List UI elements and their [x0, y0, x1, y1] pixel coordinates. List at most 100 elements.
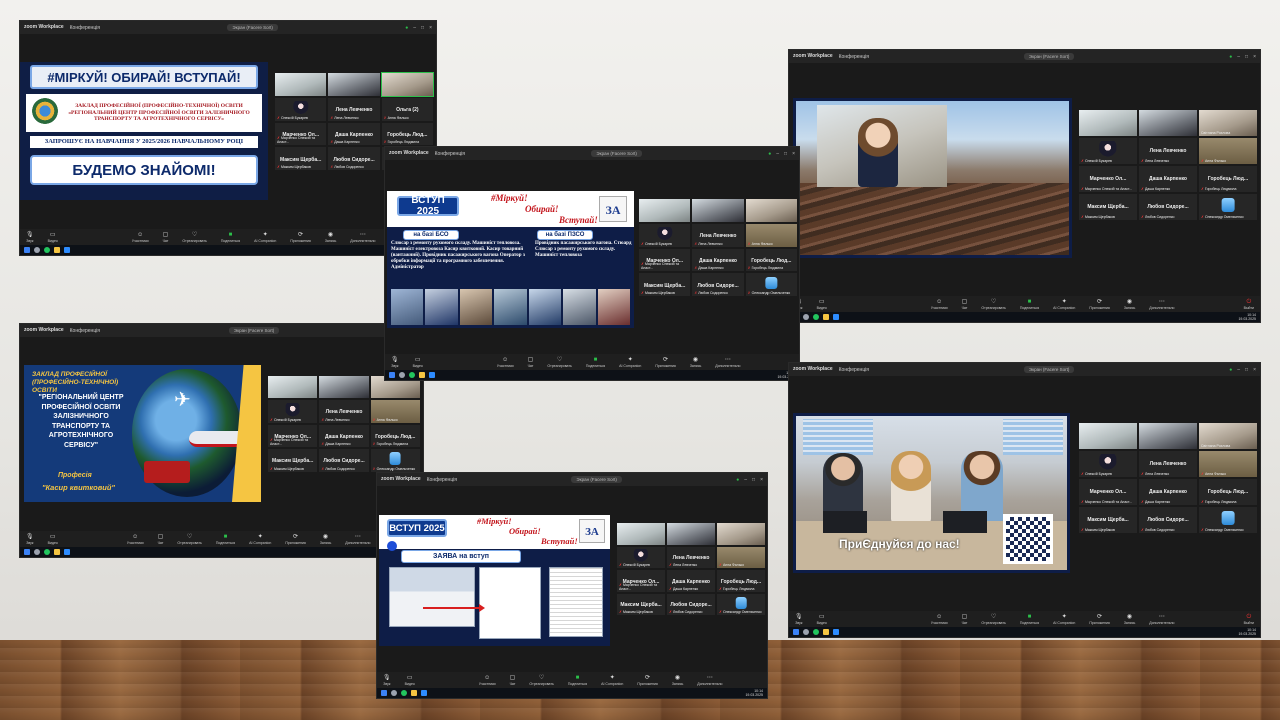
ai-companion-button[interactable]: ✦ AI Companion [249, 534, 271, 545]
participant-tile[interactable]: Лена Левченко ✗Лена Левченко [328, 97, 380, 121]
participant-tile[interactable] [1139, 423, 1197, 449]
participant-tile[interactable] [1079, 110, 1137, 136]
conference-label[interactable]: Конференція [839, 54, 869, 60]
participant-tile[interactable]: Марченко Ол... ✗Марченко Олексій та Анаст… [1079, 166, 1137, 192]
participant-tile[interactable]: ✗Олександр Омельченко [717, 593, 765, 616]
browser-icon[interactable] [409, 372, 415, 378]
windows-icon[interactable] [24, 549, 30, 555]
participant-tile[interactable]: ✗Олександр Омельченко [745, 273, 797, 297]
folder-icon[interactable] [823, 629, 829, 635]
participant-tile[interactable]: Максим Щерба... ✗Максим Щербаков [639, 273, 691, 297]
audio-button[interactable]: 🎙Звук [26, 232, 34, 243]
react-button[interactable]: ♡ Отреагировать [981, 614, 1005, 625]
participant-tile[interactable]: Максим Щерба... ✗Максим Щербаков [1079, 507, 1137, 533]
browser-icon[interactable] [44, 247, 50, 253]
participant-tile[interactable]: ✗Олексій Букарев [268, 400, 318, 423]
participant-tile[interactable] [667, 523, 715, 545]
browser-icon[interactable] [44, 549, 50, 555]
audio-button[interactable]: 🎙Звук [383, 675, 391, 686]
participant-tile[interactable]: Лена Левченко ✗Лена Левченко [1139, 451, 1197, 477]
participant-tile[interactable]: ✗Анна Фалько [1199, 138, 1257, 164]
folder-icon[interactable] [823, 314, 829, 320]
participant-tile[interactable]: Даша Карпенко ✗Даша Карпенко [328, 122, 380, 146]
video-button[interactable]: ▭ Видео [48, 534, 58, 545]
participant-tile[interactable]: Любов Сидоре... ✗Любов Сидоренко [692, 273, 744, 297]
participant-tile[interactable] [268, 376, 318, 399]
search-icon[interactable] [391, 690, 397, 696]
participants-button[interactable]: ☺ Участники [497, 357, 514, 368]
zoom-icon[interactable] [64, 549, 70, 555]
participant-tile[interactable] [617, 523, 665, 545]
participant-tile[interactable] [717, 523, 765, 545]
zoom-icon[interactable] [421, 690, 427, 696]
more-button[interactable]: ⋯ Дополнительно [697, 675, 722, 686]
share-button[interactable]: ■ Поделиться [568, 675, 587, 686]
participant-tile[interactable]: ✗Олексій Букарев [639, 223, 691, 247]
participants-button[interactable]: ☺ Участники [479, 675, 496, 686]
taskbar-clock[interactable]: 10:1419.03.2025 [1238, 313, 1256, 321]
folder-icon[interactable] [54, 549, 60, 555]
minimize-icon[interactable]: – [776, 151, 779, 157]
screen-share-pill[interactable]: Экран (Facere Sort) [228, 327, 280, 334]
folder-icon[interactable] [411, 690, 417, 696]
screen-share-pill[interactable]: Экран (Facere Sort) [571, 476, 622, 483]
participant-tile[interactable]: Лена Левченко ✗Лена Левченко [667, 546, 715, 569]
browser-icon[interactable] [813, 314, 819, 320]
participant-tile[interactable]: Марченко Ол... ✗Марченко Олексій та Анаст… [639, 248, 691, 272]
folder-icon[interactable] [54, 247, 60, 253]
participant-tile[interactable]: Даша Карпенко ✗Даша Карпенко [667, 570, 715, 592]
video-button[interactable]: ▭ Видео [48, 232, 58, 243]
participant-tile[interactable]: Максим Щерба... ✗Максим Щербаков [268, 449, 318, 472]
participants-button[interactable]: ☺ Участники [127, 534, 144, 545]
participant-tile[interactable]: Горобець Люд... ✗Горобець Людмила [745, 248, 797, 272]
record-button[interactable]: ◉ Запись [1124, 614, 1135, 625]
screen-share-pill[interactable]: Экран (Facere Sort) [1023, 366, 1075, 373]
react-button[interactable]: ♡ Отреагировать [547, 357, 571, 368]
search-icon[interactable] [34, 549, 40, 555]
participants-button[interactable]: ☺ Участники [931, 614, 948, 625]
conference-label[interactable]: Конференція [435, 151, 465, 157]
participant-tile[interactable]: ✗Олексій Букарев [275, 97, 327, 121]
more-button[interactable]: ⋯ Дополнительно [350, 232, 375, 243]
participant-tile[interactable]: Горобець Люд... ✗Горобець Людмила [370, 424, 420, 448]
maximize-icon[interactable]: □ [752, 477, 755, 483]
participant-tile[interactable]: Максим Щерба... ✗Максим Щербаков [1079, 194, 1137, 220]
participant-tile[interactable]: Лена Левченко ✗Лена Левченко [1139, 138, 1197, 164]
react-button[interactable]: ♡ Отреагировать [182, 232, 206, 243]
video-button[interactable]: ▭ Видео [817, 614, 827, 625]
participant-tile[interactable] [328, 73, 380, 96]
screen-share-pill[interactable]: Экран (Facere Sort) [591, 150, 642, 157]
ai-companion-button[interactable]: ✦ AI Companion [601, 675, 623, 686]
record-button[interactable]: ◉ Запись [325, 232, 336, 243]
chat-button[interactable]: ▢ Чат [528, 357, 534, 368]
record-button[interactable]: ◉ Запись [672, 675, 683, 686]
record-button[interactable]: ◉ Запись [1124, 299, 1135, 310]
share-button[interactable]: ■ Поделиться [1020, 614, 1039, 625]
chat-button[interactable]: ▢ Чат [962, 299, 968, 310]
participant-tile[interactable] [692, 199, 744, 222]
zoom-icon[interactable] [64, 247, 70, 253]
taskbar-clock[interactable]: 10:1419.03.2025 [745, 689, 763, 697]
participants-button[interactable]: ☺ Участники [931, 299, 948, 310]
search-icon[interactable] [803, 314, 809, 320]
participant-tile[interactable]: Любов Сидоре... ✗Любов Сидоренко [1139, 507, 1197, 533]
audio-button[interactable]: 🎙Звук [391, 357, 399, 368]
maximize-icon[interactable]: □ [784, 151, 787, 157]
participant-tile[interactable]: Горобець Люд... ✗Горобець Людмила [381, 122, 433, 146]
apps-button[interactable]: ⟳ Приложения [1089, 614, 1109, 625]
participant-tile[interactable]: ✗Олександр Омельченко [370, 449, 420, 472]
taskbar-clock[interactable]: 10:1419.03.2025 [1238, 628, 1256, 636]
zoom-icon[interactable] [833, 629, 839, 635]
video-button[interactable]: ▭ Видео [405, 675, 415, 686]
participant-tile[interactable] [1139, 110, 1197, 136]
participant-tile[interactable]: Лена Левченко ✗Лена Левченко [692, 223, 744, 247]
participant-tile[interactable] [745, 199, 797, 222]
participant-tile[interactable]: ✗Олександр Омельченко [1199, 507, 1257, 533]
conference-label[interactable]: Конференція [70, 328, 100, 334]
search-icon[interactable] [34, 247, 40, 253]
conference-label[interactable]: Конференція [839, 367, 869, 373]
minimize-icon[interactable]: – [413, 25, 416, 31]
audio-button[interactable]: 🎙Звук [26, 534, 34, 545]
ai-companion-button[interactable]: ✦ AI Companion [619, 357, 641, 368]
participant-tile[interactable]: Любов Сидоре... ✗Любов Сидоренко [328, 147, 380, 171]
